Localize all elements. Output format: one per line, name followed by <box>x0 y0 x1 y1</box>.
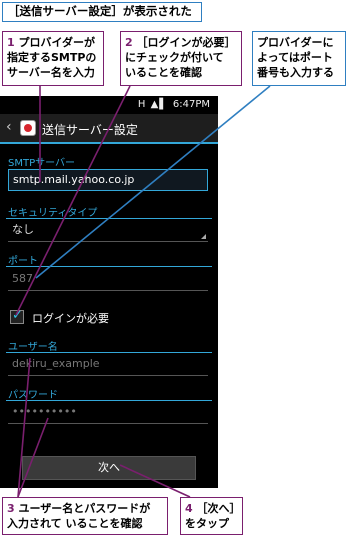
leader-line-3b <box>17 417 49 498</box>
callout-leader-lines <box>15 85 271 498</box>
leader-line-2 <box>15 85 131 316</box>
leader-line-3a <box>17 357 31 498</box>
leader-line-port <box>35 85 271 279</box>
leader-line-4 <box>119 464 191 498</box>
